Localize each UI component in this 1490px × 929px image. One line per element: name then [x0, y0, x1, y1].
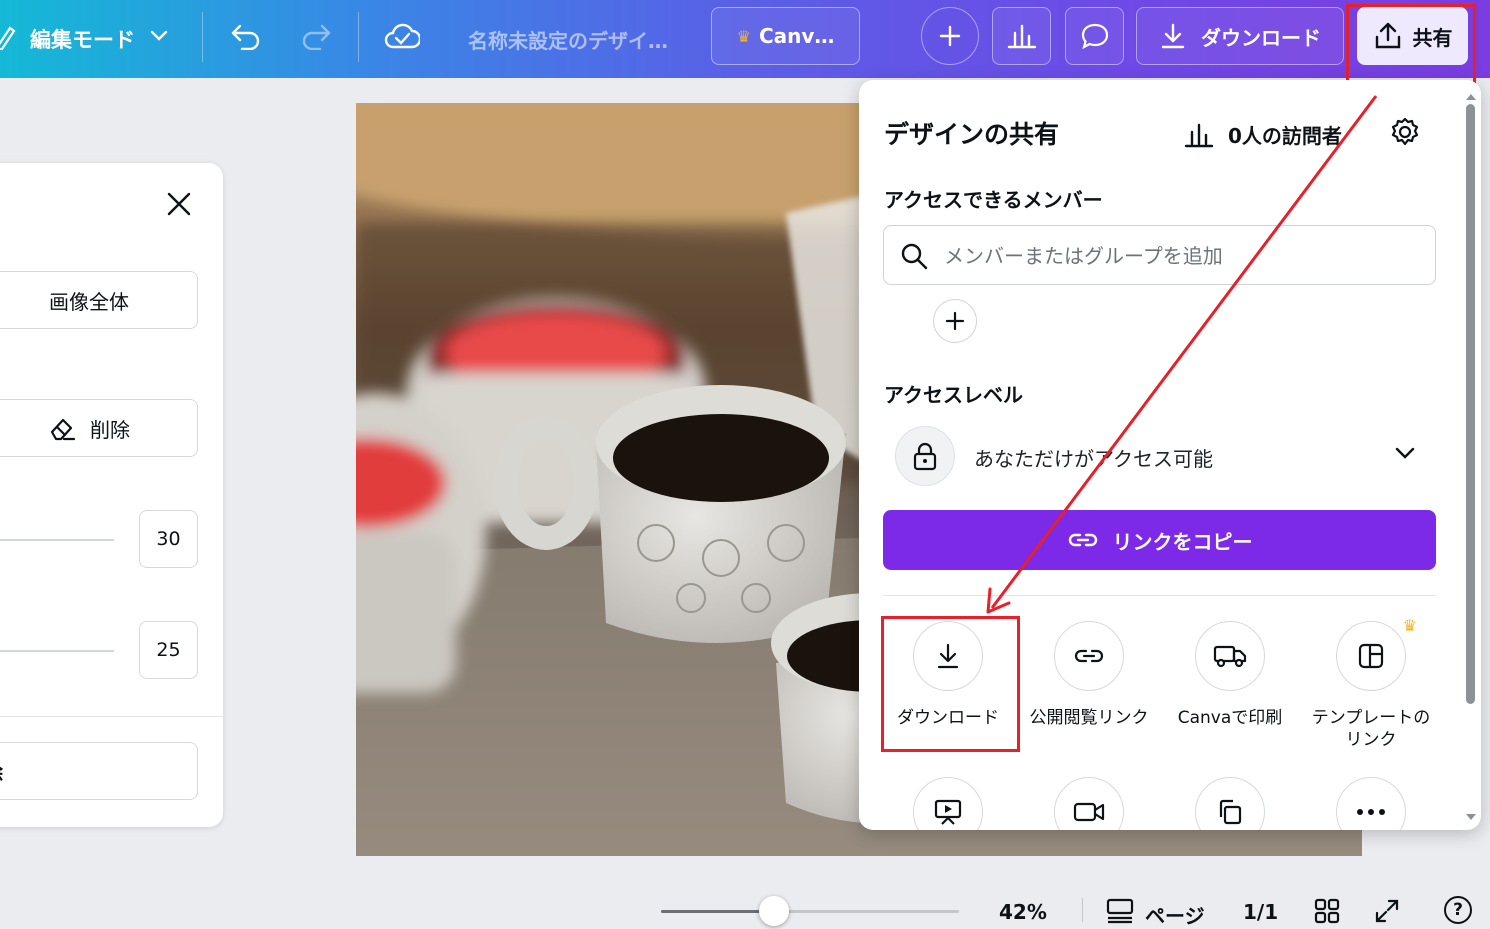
zoom-percent[interactable]: 42% — [999, 900, 1047, 924]
help-button[interactable]: ? — [1444, 896, 1472, 924]
pages-label[interactable]: ページ — [1145, 900, 1205, 929]
video-camera-icon — [1054, 777, 1124, 830]
member-search-field[interactable] — [883, 225, 1436, 286]
crown-icon: ♛ — [1402, 616, 1417, 635]
share-panel-scrollbar[interactable] — [1463, 92, 1479, 826]
share-option-record[interactable] — [1019, 777, 1159, 830]
comment-button[interactable] — [1065, 7, 1124, 65]
truck-icon — [1195, 621, 1265, 691]
softness-value[interactable]: 25 — [139, 621, 198, 679]
share-button[interactable]: 共有 — [1357, 7, 1468, 65]
bar-chart-icon — [1007, 24, 1036, 49]
option-label: ダウンロード — [897, 708, 999, 728]
redo-icon[interactable] — [300, 22, 332, 50]
pencil-icon — [0, 24, 16, 50]
share-label: 共有 — [1412, 25, 1453, 50]
share-option-more[interactable] — [1301, 777, 1441, 830]
template-icon: ♛ — [1336, 616, 1417, 691]
design-title[interactable]: 名称未設定のデザイ… — [468, 25, 668, 54]
toolbar-divider — [358, 12, 359, 62]
zoom-slider[interactable] — [661, 910, 959, 913]
brush-size-slider[interactable] — [0, 539, 114, 541]
visitors-label: 0人の訪問者 — [1228, 124, 1342, 148]
gear-icon[interactable] — [1389, 116, 1421, 148]
share-option-present[interactable] — [878, 777, 1018, 830]
share-option-copy[interactable] — [1160, 777, 1300, 830]
share-panel-title: デザインの共有 — [884, 120, 1060, 149]
link-icon — [1054, 621, 1124, 691]
more-icon — [1336, 777, 1406, 830]
copy-icon — [1195, 777, 1265, 830]
scroll-thumb[interactable] — [1466, 104, 1475, 704]
zoom-slider-fill — [661, 910, 775, 913]
chevron-down-icon — [1395, 446, 1415, 460]
close-icon[interactable] — [166, 191, 192, 217]
option-label: テンプレートの リンク — [1311, 708, 1431, 750]
page-layout-icon[interactable] — [1106, 898, 1134, 924]
crown-icon: ♛ — [736, 26, 751, 46]
toolbar-divider — [202, 12, 203, 62]
cloud-saved-icon[interactable] — [384, 21, 420, 51]
link-icon — [1068, 533, 1097, 547]
edit-mode-label[interactable]: 編集モード — [30, 24, 135, 54]
share-option-public-link[interactable]: 公開閲覧リンク — [1019, 621, 1159, 729]
whole-image-label: 画像全体 — [49, 289, 129, 314]
share-design-panel: デザインの共有 0人の訪問者 アクセスできるメンバー アクセスレベル あなただけ… — [859, 80, 1481, 830]
insights-button[interactable] — [992, 7, 1051, 65]
scroll-up-icon — [1466, 94, 1476, 100]
panel-divider — [883, 595, 1436, 596]
plus-icon — [939, 25, 961, 47]
top-toolbar: 編集モード 名称未設定のデザイ… ♛ Canv… ダウンロード 共有 — [0, 0, 1490, 78]
access-members-heading: アクセスできるメンバー — [884, 188, 1103, 212]
panel-divider — [0, 716, 223, 717]
remove-button-label: 除 — [0, 757, 3, 786]
access-level-value: あなただけがアクセス可能 — [974, 447, 1213, 471]
plus-icon — [945, 311, 965, 331]
download-icon — [913, 621, 983, 691]
option-label: Canvaで印刷 — [1177, 708, 1283, 728]
page-count: 1/1 — [1243, 900, 1279, 924]
download-header-label: ダウンロード — [1201, 25, 1321, 50]
download-icon — [1161, 23, 1185, 49]
fullscreen-icon[interactable] — [1374, 898, 1400, 924]
share-upload-icon — [1375, 22, 1400, 49]
present-icon — [913, 777, 983, 830]
member-search-input[interactable] — [942, 226, 1426, 286]
share-option-download[interactable]: ダウンロード — [878, 621, 1018, 729]
zoom-slider-handle[interactable] — [759, 896, 790, 926]
search-icon — [901, 243, 928, 270]
share-option-template-link[interactable]: ♛ テンプレートの リンク — [1301, 616, 1441, 751]
magic-eraser-panel: 画像全体 削除 30 25 除 — [0, 163, 223, 827]
add-member-button[interactable] — [933, 299, 977, 343]
scroll-down-icon — [1466, 814, 1476, 820]
add-button[interactable] — [921, 7, 979, 65]
access-level-dropdown[interactable]: あなただけがアクセス可能 — [895, 426, 1435, 486]
visitors-button[interactable]: 0人の訪問者 — [1184, 120, 1342, 149]
copy-link-label: リンクをコピー — [1112, 529, 1253, 554]
access-level-heading: アクセスレベル — [884, 383, 1023, 407]
undo-icon[interactable] — [230, 22, 262, 50]
bottom-status-bar: 42% ページ 1/1 ? — [0, 880, 1490, 929]
chevron-down-icon[interactable] — [150, 30, 168, 42]
erase-label: 削除 — [90, 417, 130, 442]
remove-button[interactable]: 除 — [0, 742, 198, 800]
grid-view-icon[interactable] — [1314, 898, 1340, 924]
canva-pro-label: Canv… — [758, 24, 835, 48]
download-header-button[interactable]: ダウンロード — [1136, 7, 1344, 65]
share-option-print[interactable]: Canvaで印刷 — [1160, 621, 1300, 729]
help-label: ? — [1453, 900, 1463, 920]
brush-size-value[interactable]: 30 — [139, 510, 198, 568]
whole-image-button[interactable]: 画像全体 — [0, 271, 198, 329]
toolbar-divider — [1082, 898, 1083, 922]
copy-link-button[interactable]: リンクをコピー — [883, 510, 1436, 570]
comment-icon — [1081, 23, 1108, 50]
eraser-icon — [50, 418, 76, 441]
erase-button[interactable]: 削除 — [0, 399, 198, 457]
lock-icon — [895, 426, 955, 486]
option-label: 公開閲覧リンク — [1029, 708, 1149, 728]
canva-pro-button[interactable]: ♛ Canv… — [711, 7, 860, 65]
softness-slider[interactable] — [0, 650, 114, 652]
bar-chart-icon — [1184, 123, 1214, 147]
